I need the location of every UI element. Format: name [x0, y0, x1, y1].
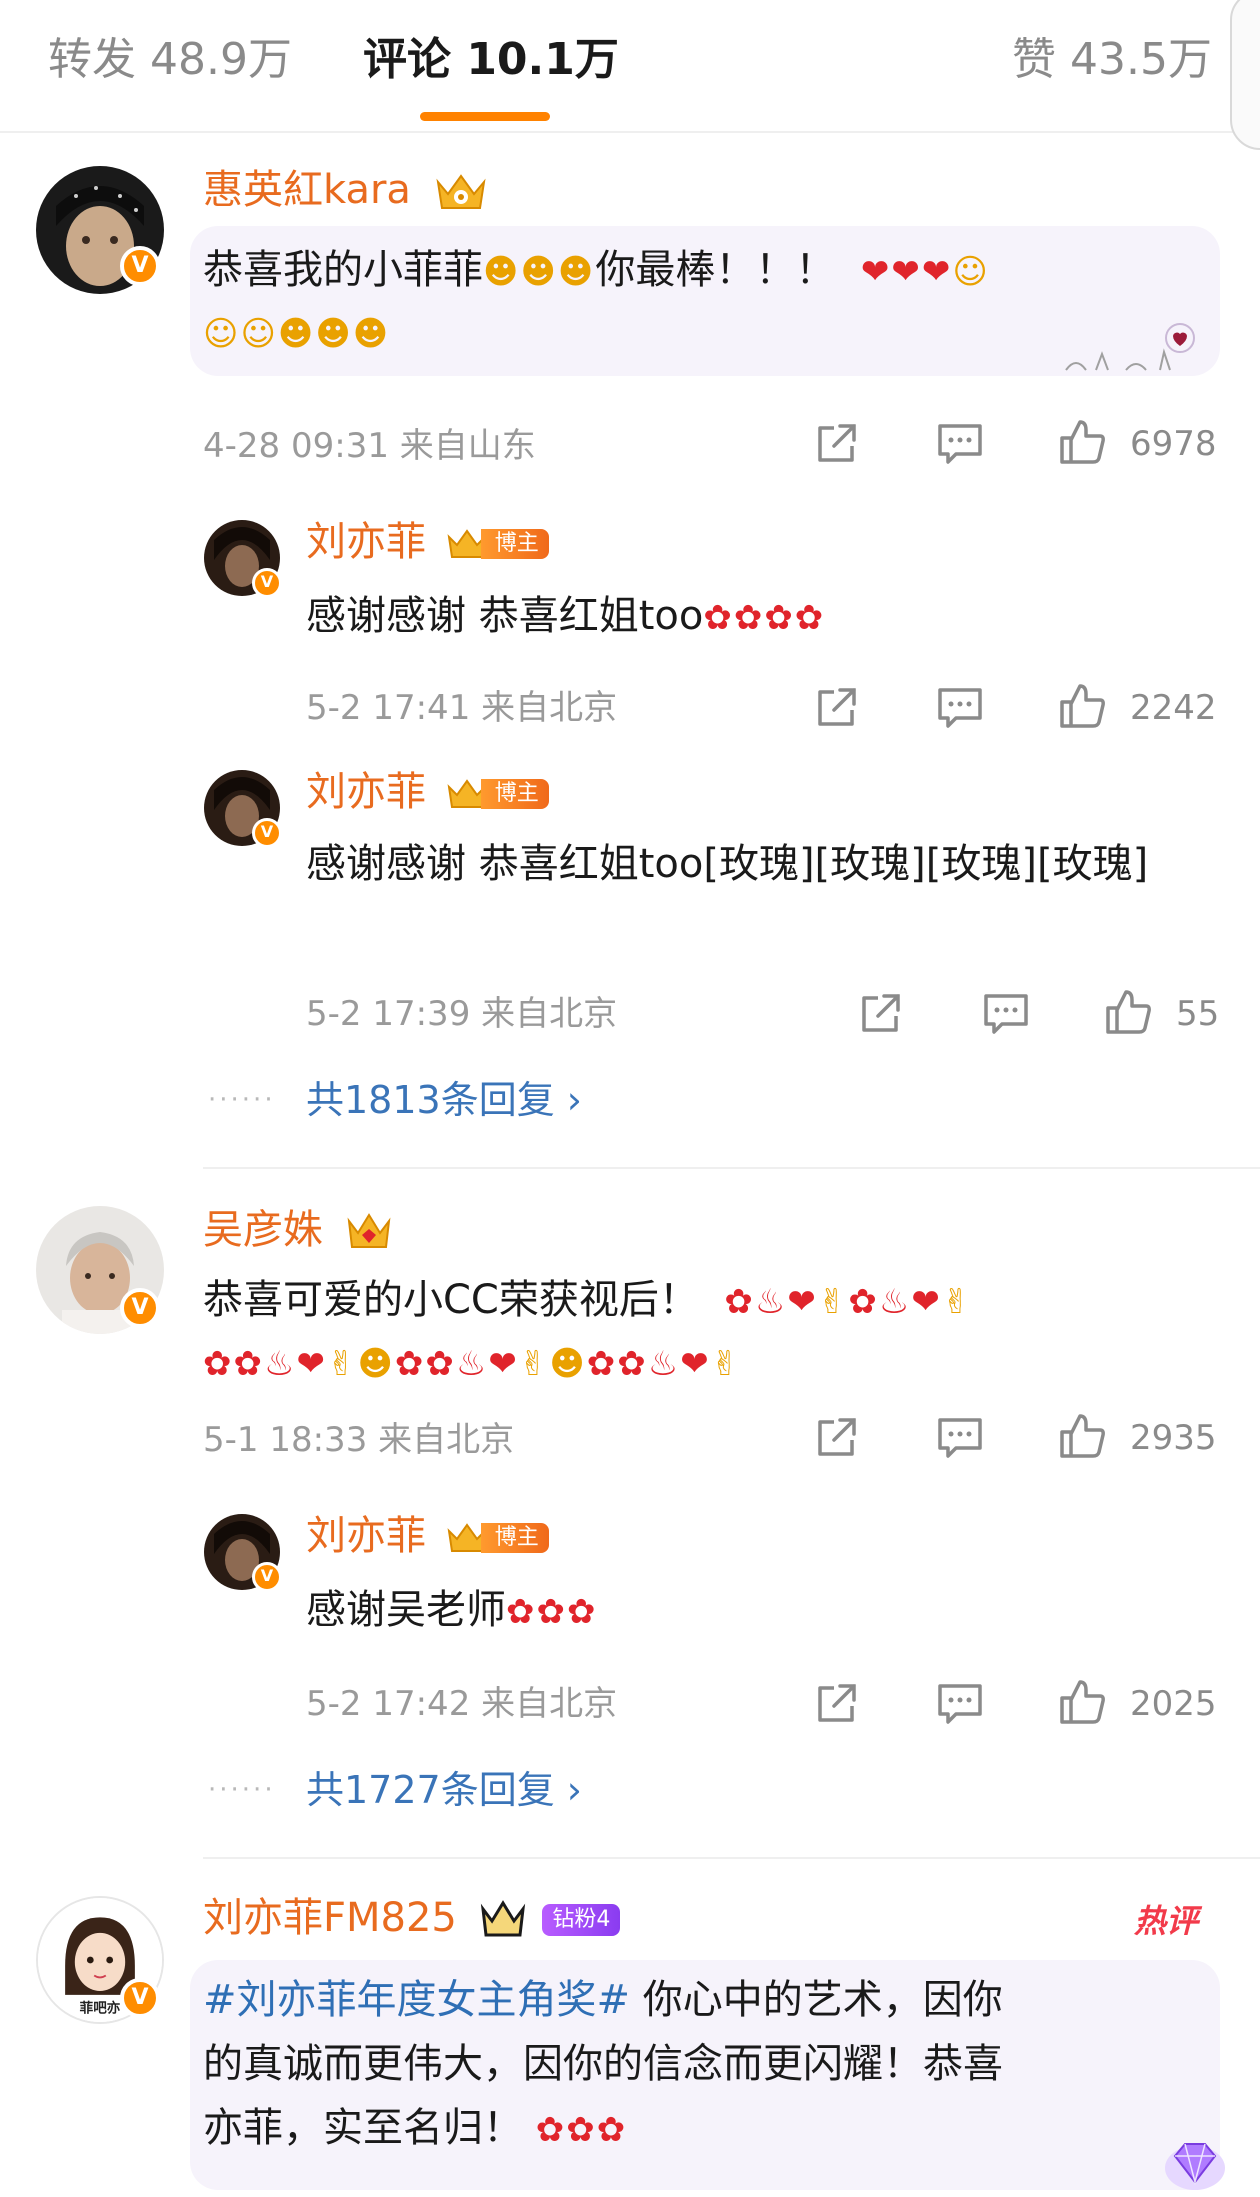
thumbs-up-icon[interactable] — [1104, 988, 1152, 1036]
comment-icon[interactable] — [936, 1680, 984, 1728]
ellipsis-icon: ······ — [208, 1775, 276, 1805]
comment-tab-bar: 转发 48.9万 评论 10.1万 赞 43.5万 — [0, 0, 1260, 133]
verified-v-icon: V — [252, 818, 282, 848]
rose-emojis: ✿✿✿ — [523, 2110, 628, 2150]
emoji-group: ✿♨❤ — [711, 1282, 818, 1322]
avatar-caption: 菲吧亦 — [80, 1999, 121, 2016]
verified-v-icon: V — [120, 1978, 160, 2018]
thumbs-up-icon[interactable] — [1058, 1678, 1106, 1726]
like-count: 2242 — [1130, 688, 1217, 728]
comment-username[interactable]: 刘亦菲FM825 钻粉4 — [203, 1890, 621, 1946]
hot-comment-badge: 热评 — [1134, 1902, 1199, 1940]
hands-decoration-icon — [1065, 323, 1195, 371]
like-count: 6978 — [1130, 424, 1217, 464]
diamond-icon — [1165, 2143, 1225, 2190]
thumbs-up-icon[interactable] — [1058, 682, 1106, 730]
like-count: 2935 — [1130, 1418, 1217, 1458]
username-text: 惠英紅kara — [203, 167, 411, 213]
thumbs-up-icon[interactable] — [1058, 418, 1106, 466]
comment-icon[interactable] — [936, 684, 984, 732]
emoji-group: ✿✿♨❤ — [203, 1344, 327, 1384]
reply-username[interactable]: 刘亦菲 博主 — [306, 764, 549, 820]
active-tab-indicator — [420, 112, 550, 121]
emoji-group: ☺☺☻☻☻ — [203, 314, 391, 354]
verified-v-icon: V — [120, 246, 160, 286]
comment-text: 恭喜可爱的小CC荣获视后！ ✿♨❤✌✿♨❤✌ ✿✿♨❤✌☻✿✿♨❤✌☻✿✿♨❤✌ — [203, 1277, 973, 1384]
verified-v-icon: V — [252, 1562, 282, 1592]
rose-emojis: ✿✿✿ — [506, 1592, 598, 1632]
share-icon[interactable] — [812, 1414, 860, 1462]
comment-text: 恭喜我的小菲菲☻☻☻你最棒！！！ ❤❤❤☺ ☺☺☻☻☻ — [203, 247, 990, 354]
emoji-group: ☻☻☻ — [483, 252, 596, 292]
reply-username[interactable]: 刘亦菲 博主 — [306, 514, 549, 570]
crown-icon — [480, 1900, 525, 1937]
ellipsis-icon: ······ — [208, 1085, 276, 1115]
reply-text: 感谢感谢 恭喜红姐too✿✿✿✿ — [306, 593, 826, 639]
fan-level-badge: 钻粉4 — [542, 1904, 621, 1936]
comment-text: #刘亦菲年度女主角奖# 你心中的艺术，因你 的真诚而更伟大，因你的信念而更闪耀！… — [203, 1977, 1003, 2151]
tab-comments[interactable]: 评论 10.1万 — [363, 28, 619, 92]
view-more-replies-link[interactable]: 共1727条回复 › — [306, 1762, 582, 1818]
blogger-badge: 博主 — [447, 1521, 549, 1555]
reply-username[interactable]: 刘亦菲 博主 — [306, 1508, 549, 1564]
tab-reposts[interactable]: 转发 48.9万 — [48, 28, 292, 92]
view-more-replies-link[interactable]: 共1813条回复 › — [306, 1072, 582, 1128]
comment-icon[interactable] — [936, 1414, 984, 1462]
topic-hashtag-link[interactable]: #刘亦菲年度女主角奖# — [203, 1977, 630, 2023]
comment-icon[interactable] — [936, 420, 984, 468]
comment-divider — [203, 1857, 1260, 1859]
comment-username[interactable]: 吴彦姝 — [203, 1202, 392, 1258]
verified-v-icon: V — [252, 568, 282, 598]
reply-text: 感谢吴老师✿✿✿ — [306, 1587, 598, 1633]
reply-text: 感谢感谢 恭喜红姐too[玫瑰][玫瑰][玫瑰][玫瑰] — [306, 841, 1149, 887]
tab-likes[interactable]: 赞 43.5万 — [1012, 28, 1212, 92]
crown-icon — [436, 174, 486, 209]
verified-v-icon: V — [120, 1288, 160, 1328]
crown-icon — [347, 1213, 391, 1248]
comment-meta: 5-1 18:33 来自北京 — [203, 1420, 515, 1460]
like-count: 55 — [1176, 994, 1220, 1034]
thumbs-up-icon[interactable] — [1058, 1412, 1106, 1460]
heart-emojis: ❤❤❤ — [848, 252, 953, 292]
reply-meta: 5-2 17:39 来自北京 — [306, 994, 618, 1034]
share-icon[interactable] — [812, 420, 860, 468]
reply-meta: 5-2 17:42 来自北京 — [306, 1684, 618, 1724]
share-icon[interactable] — [812, 1680, 860, 1728]
reply-meta: 5-2 17:41 来自北京 — [306, 688, 618, 728]
comment-username[interactable]: 惠英紅kara — [203, 162, 488, 218]
comment-meta: 4-28 09:31 来自山东 — [203, 426, 536, 466]
share-icon[interactable] — [856, 990, 904, 1038]
screen-edge — [1230, 0, 1260, 150]
comment-divider — [203, 1167, 1260, 1169]
blogger-badge: 博主 — [447, 527, 549, 561]
rose-emojis: ✿✿✿✿ — [703, 598, 826, 638]
comment-icon[interactable] — [982, 990, 1030, 1038]
blogger-badge: 博主 — [447, 777, 549, 811]
like-count: 2025 — [1130, 1684, 1217, 1724]
share-icon[interactable] — [812, 684, 860, 732]
